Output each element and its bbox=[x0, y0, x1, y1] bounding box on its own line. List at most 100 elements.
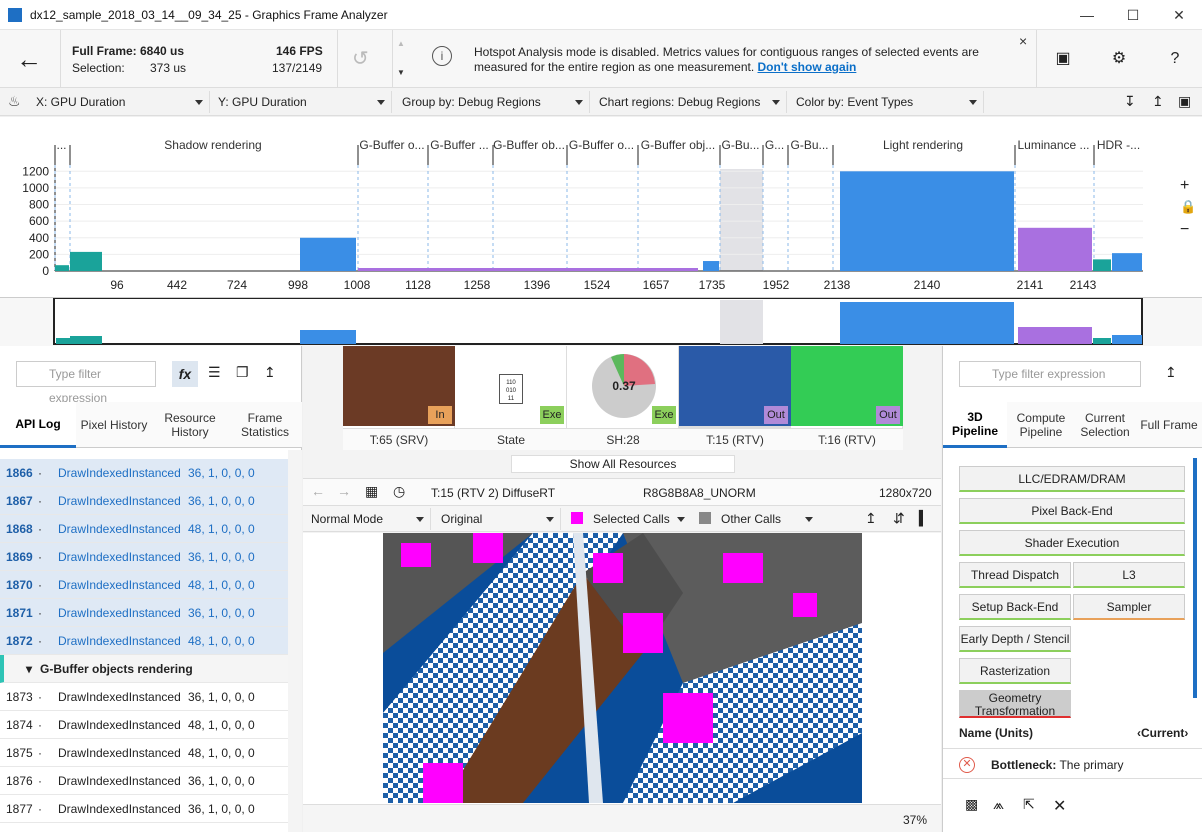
gear-icon[interactable]: ⚙ bbox=[1094, 30, 1144, 88]
table-row[interactable]: 1871 · DrawIndexedInstanced 36, 1, 0, 0, 0 bbox=[0, 599, 288, 627]
resource-thumb[interactable]: 110 010 11 Exe State bbox=[455, 346, 567, 450]
selected-calls-dropdown[interactable]: Selected Calls bbox=[587, 508, 691, 530]
expand-caret-icon[interactable]: ▾ bbox=[26, 655, 32, 683]
flame-icon[interactable]: ♨ bbox=[8, 93, 21, 110]
table-row[interactable]: 1866 · DrawIndexedInstanced 36, 1, 0, 0, 0 bbox=[0, 459, 288, 487]
pipeline-sampler[interactable]: Sampler bbox=[1073, 594, 1185, 620]
chart-regions-dropdown[interactable]: Chart regions: Debug Regions bbox=[593, 91, 787, 113]
table-row[interactable]: 1867 · DrawIndexedInstanced 36, 1, 0, 0, 0 bbox=[0, 487, 288, 515]
zoom-in-icon[interactable]: + bbox=[1180, 177, 1189, 195]
table-row[interactable]: 1873 · DrawIndexedInstanced 36, 1, 0, 0, 0 bbox=[0, 683, 288, 711]
report-icon[interactable]: ▣ bbox=[1178, 93, 1191, 110]
pipeline-pixel-back-end[interactable]: Pixel Back-End bbox=[959, 498, 1185, 524]
chart-bar[interactable] bbox=[55, 265, 69, 271]
chart-bar[interactable] bbox=[1093, 259, 1111, 271]
checker-icon[interactable]: ▩ bbox=[965, 796, 978, 813]
scrollbar[interactable] bbox=[288, 450, 302, 832]
lock-icon[interactable]: 🔒 bbox=[1180, 199, 1196, 215]
table-row[interactable]: 1875 · DrawIndexedInstanced 48, 1, 0, 0, 0 bbox=[0, 739, 288, 767]
tab-api-log[interactable]: API Log bbox=[0, 402, 76, 448]
bar-chart[interactable]: 1200 1000 800 600 400 200 0... Shadow rendering… bbox=[0, 117, 1202, 297]
skip-icon[interactable]: ⩕ bbox=[993, 796, 1004, 813]
pipeline-early-depth[interactable]: Early Depth / Stencil bbox=[959, 626, 1071, 652]
pipeline-thread-dispatch[interactable]: Thread Dispatch bbox=[959, 562, 1071, 588]
right-search-input[interactable]: Type filter expression bbox=[959, 361, 1141, 387]
chart-bar[interactable] bbox=[1018, 227, 1092, 271]
pipeline-geometry-transformation[interactable]: Geometry Transformation bbox=[959, 690, 1071, 718]
resource-thumb[interactable]: 0.37 Exe SH:28 bbox=[567, 346, 679, 450]
resource-thumb[interactable]: Out T:15 (RTV) bbox=[679, 346, 791, 450]
export-image-icon[interactable]: ↥ bbox=[865, 510, 877, 527]
overview-strip[interactable] bbox=[0, 297, 1202, 346]
chart-bar[interactable] bbox=[300, 237, 356, 271]
overview-chart[interactable] bbox=[0, 297, 1202, 346]
collapse-icon[interactable]: ⇱ bbox=[1023, 796, 1035, 813]
clear-icon[interactable]: ✕ bbox=[1053, 796, 1066, 816]
copy-icon[interactable]: ❐ bbox=[236, 364, 249, 381]
current-header[interactable]: ‹Current› bbox=[1137, 726, 1188, 740]
close-message-icon[interactable]: × bbox=[1019, 33, 1027, 49]
function-filter-icon[interactable]: fx bbox=[172, 361, 198, 387]
dont-show-again-link[interactable]: Don't show again bbox=[758, 60, 857, 74]
pipeline-setup-back-end[interactable]: Setup Back-End bbox=[959, 594, 1071, 620]
pipeline-l3[interactable]: L3 bbox=[1073, 562, 1185, 588]
tab-pixel-history[interactable]: Pixel History bbox=[76, 402, 152, 448]
table-row[interactable]: 1874 · DrawIndexedInstanced 48, 1, 0, 0, 0 bbox=[0, 711, 288, 739]
nav-forward-icon[interactable]: → bbox=[337, 483, 351, 499]
history-icon[interactable]: ◷ bbox=[393, 483, 405, 500]
export-log-icon[interactable]: ↥ bbox=[264, 364, 276, 381]
table-row[interactable]: 1872 · DrawIndexedInstanced 48, 1, 0, 0, 0 bbox=[0, 627, 288, 655]
right-export-icon[interactable]: ↥ bbox=[1165, 364, 1177, 381]
table-row[interactable]: 1869 · DrawIndexedInstanced 36, 1, 0, 0, 0 bbox=[0, 543, 288, 571]
search-input[interactable]: Type filter expression bbox=[16, 361, 156, 405]
image-icon[interactable]: ▦ bbox=[365, 483, 378, 500]
chart-bar-strip[interactable] bbox=[358, 268, 698, 271]
chart-bar[interactable] bbox=[840, 171, 1014, 271]
scroll-down-icon[interactable]: ▼ bbox=[397, 68, 405, 77]
help-icon[interactable]: ? bbox=[1150, 30, 1200, 88]
tab-compute-pipeline[interactable]: Compute Pipeline bbox=[1009, 402, 1073, 448]
resource-thumb[interactable]: Out T:16 (RTV) bbox=[791, 346, 903, 450]
mode-dropdown[interactable]: Normal Mode bbox=[305, 508, 431, 530]
hotspot-chart[interactable]: 1200 1000 800 600 400 200 0... Shadow rendering… bbox=[0, 117, 1202, 297]
pipeline-llc[interactable]: LLC/EDRAM/DRAM bbox=[959, 466, 1185, 492]
scroll-up-icon[interactable]: ▲ bbox=[397, 39, 405, 48]
table-row[interactable]: 1876 · DrawIndexedInstanced 36, 1, 0, 0, 0 bbox=[0, 767, 288, 795]
back-arrow-icon[interactable]: ← bbox=[14, 45, 44, 75]
group-header[interactable]: G-Buffer objects rendering ▾ bbox=[0, 655, 288, 683]
chart-bar[interactable] bbox=[1112, 253, 1142, 271]
export-icon[interactable]: ↥ bbox=[1152, 93, 1164, 110]
close-button[interactable]: ✕ bbox=[1156, 0, 1202, 30]
api-log-list[interactable]: 1866 · DrawIndexedInstanced 36, 1, 0, 0, 01… bbox=[0, 459, 302, 832]
table-row[interactable]: 1877 · DrawIndexedInstanced 36, 1, 0, 0, 0 bbox=[0, 795, 288, 823]
minimize-button[interactable]: — bbox=[1064, 0, 1110, 30]
nav-back-icon[interactable]: ← bbox=[311, 483, 325, 499]
show-all-resources-button[interactable]: Show All Resources bbox=[511, 455, 735, 473]
list-view-icon[interactable]: ☰ bbox=[208, 364, 221, 381]
import-icon[interactable]: ↧ bbox=[1124, 93, 1136, 110]
tab-full-frame[interactable]: Full Frame bbox=[1137, 402, 1201, 448]
tab-frame-statistics[interactable]: Frame Statistics bbox=[228, 402, 302, 448]
undo-icon[interactable]: ↺ bbox=[352, 46, 369, 71]
maximize-button[interactable]: ☐ bbox=[1110, 0, 1156, 30]
x-axis-dropdown[interactable]: X: GPU Duration bbox=[30, 91, 210, 113]
render-target-image[interactable] bbox=[383, 533, 862, 803]
chart-bar[interactable] bbox=[70, 251, 102, 271]
feedback-icon[interactable]: ▣ bbox=[1038, 30, 1088, 88]
histogram-icon[interactable]: ▍ bbox=[919, 510, 930, 527]
render-viewport[interactable] bbox=[303, 533, 941, 804]
group-by-dropdown[interactable]: Group by: Debug Regions bbox=[396, 91, 590, 113]
tab-resource-history[interactable]: Resource History bbox=[152, 402, 228, 448]
tab-3d-pipeline[interactable]: 3D Pipeline bbox=[943, 402, 1007, 448]
color-by-dropdown[interactable]: Color by: Event Types bbox=[790, 91, 984, 113]
original-dropdown[interactable]: Original bbox=[435, 508, 561, 530]
chart-bar[interactable] bbox=[703, 261, 719, 271]
pipeline-shader-execution[interactable]: Shader Execution bbox=[959, 530, 1185, 556]
pipeline-rasterization[interactable]: Rasterization bbox=[959, 658, 1071, 684]
table-row[interactable]: 1868 · DrawIndexedInstanced 48, 1, 0, 0, 0 bbox=[0, 515, 288, 543]
other-calls-dropdown[interactable]: Other Calls bbox=[715, 508, 819, 530]
pipeline-scrollbar[interactable] bbox=[1193, 458, 1197, 698]
tab-current-selection[interactable]: Current Selection bbox=[1073, 402, 1137, 448]
fit-icon[interactable]: ⇵ bbox=[893, 510, 905, 527]
zoom-out-icon[interactable]: − bbox=[1180, 221, 1189, 239]
